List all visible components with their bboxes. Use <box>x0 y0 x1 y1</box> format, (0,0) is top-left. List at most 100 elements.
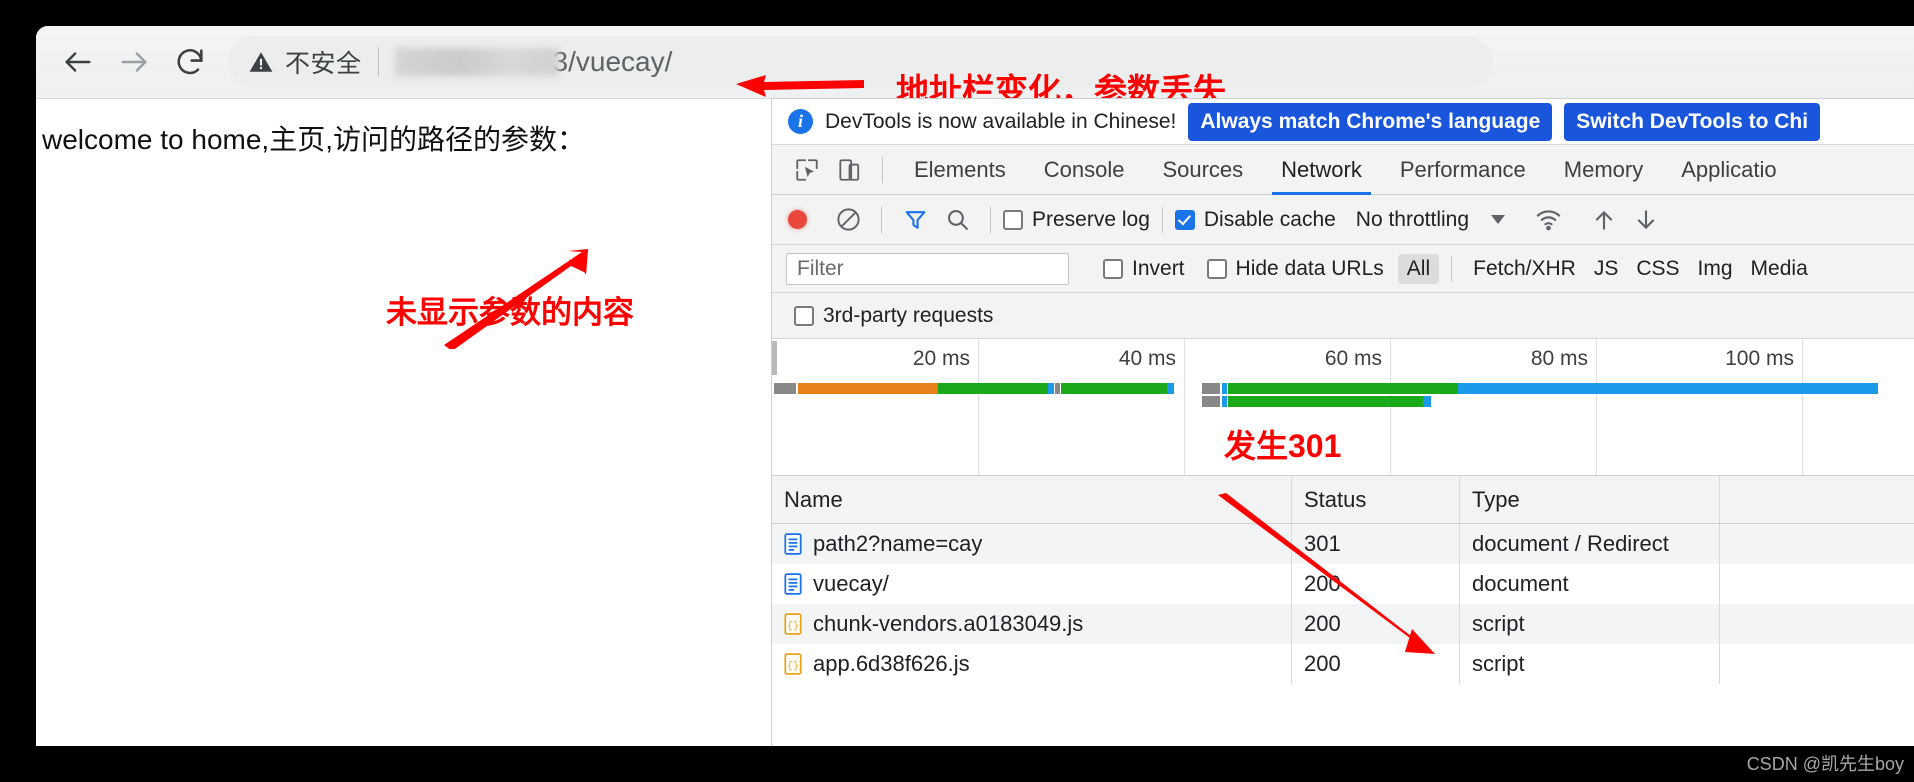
third-party-requests-checkbox[interactable]: 3rd-party requests <box>794 304 993 328</box>
cell-name[interactable]: path2?name=cay <box>772 524 1292 564</box>
always-match-language-button[interactable]: Always match Chrome's language <box>1188 102 1553 141</box>
checkbox-box <box>1103 258 1123 279</box>
column-header-name[interactable]: Name <box>772 476 1292 523</box>
switch-devtools-language-button[interactable]: Switch DevTools to Chi <box>1564 102 1821 141</box>
script-file-icon: {} <box>784 653 802 675</box>
search-magnifier-icon <box>947 210 968 230</box>
third-party-requests-label: 3rd-party requests <box>823 303 994 327</box>
filter-type-all[interactable]: All <box>1397 253 1440 284</box>
overview-segment <box>1458 383 1878 394</box>
wifi-icon <box>1536 210 1560 231</box>
url-display[interactable]: 3/vuecay/ <box>394 46 672 78</box>
request-name: app.6d38f626.js <box>813 651 970 676</box>
search-requests-button[interactable] <box>936 199 978 241</box>
cell-type: script <box>1460 644 1720 684</box>
upload-arrow-icon <box>1595 210 1613 230</box>
filter-divider <box>1451 255 1453 282</box>
network-toolbar: Preserve log Disable cache No throttling <box>772 195 1914 245</box>
cell-waterfall <box>1720 644 1914 684</box>
overview-segment <box>1202 396 1220 407</box>
table-row[interactable]: vuecay/ 200 document <box>772 564 1914 604</box>
cell-name[interactable]: vuecay/ <box>772 564 1292 604</box>
device-toolbar-icon <box>839 158 860 181</box>
overview-gridline <box>1596 339 1597 475</box>
filter-type-media[interactable]: Media <box>1742 254 1817 284</box>
tab-label: Network <box>1281 156 1362 182</box>
overview-segment <box>1061 383 1167 394</box>
tab-label: Performance <box>1399 156 1526 182</box>
tab-console[interactable]: Console <box>1025 145 1144 195</box>
reload-icon <box>177 49 203 75</box>
cell-type: document / Redirect <box>1460 524 1720 564</box>
arrow-right-icon <box>121 52 147 72</box>
column-header-status[interactable]: Status <box>1292 476 1460 523</box>
column-header-type[interactable]: Type <box>1460 476 1720 523</box>
export-har-button[interactable] <box>1625 199 1667 241</box>
back-button[interactable] <box>50 34 106 90</box>
checkbox-box <box>794 305 814 326</box>
tab-elements[interactable]: Elements <box>895 145 1025 195</box>
tab-label: Memory <box>1563 156 1644 182</box>
overview-segment <box>1423 396 1431 407</box>
import-har-button[interactable] <box>1583 199 1625 241</box>
overview-left-handle[interactable] <box>772 341 777 375</box>
filter-type-js[interactable]: JS <box>1585 254 1628 284</box>
hide-data-urls-checkbox[interactable]: Hide data URLs <box>1206 257 1384 281</box>
network-conditions-button[interactable] <box>1527 199 1569 241</box>
toolbar-divider <box>881 206 882 233</box>
page-body-text: welcome to home,主页,访问的路径的参数： <box>42 124 585 155</box>
table-header-row: Name Status Type <box>772 476 1914 524</box>
checkbox-box <box>1003 209 1023 230</box>
tab-application[interactable]: Applicatio <box>1662 145 1795 195</box>
address-bar[interactable]: 不安全 3/vuecay/ <box>228 36 1493 88</box>
cell-type: script <box>1460 604 1720 644</box>
table-row[interactable]: {} app.6d38f626.js 200 script <box>772 644 1914 684</box>
cell-name[interactable]: {} chunk-vendors.a0183049.js <box>772 604 1292 644</box>
tab-label: Elements <box>914 156 1006 182</box>
url-redacted-host <box>394 48 559 76</box>
toggle-filter-button[interactable] <box>894 199 936 241</box>
cell-type: document <box>1460 564 1720 604</box>
preserve-log-label: Preserve log <box>1032 207 1150 231</box>
preserve-log-checkbox[interactable]: Preserve log <box>1003 208 1150 232</box>
overview-tick-60ms: 60 ms <box>1324 347 1382 370</box>
toggle-device-toolbar-button[interactable] <box>828 149 870 191</box>
filter-type-css[interactable]: CSS <box>1627 254 1688 284</box>
banner-message: DevTools is now available in Chinese! <box>825 109 1177 133</box>
tab-sources[interactable]: Sources <box>1143 145 1262 195</box>
filter-type-fetch-xhr[interactable]: Fetch/XHR <box>1464 254 1585 284</box>
checkbox-box <box>1174 209 1195 230</box>
disable-cache-label: Disable cache <box>1203 207 1336 231</box>
cell-status: 200 <box>1292 644 1460 684</box>
table-row[interactable]: {} chunk-vendors.a0183049.js 200 script <box>772 604 1914 644</box>
chevron-down-icon[interactable] <box>1491 215 1506 224</box>
web-page-viewport: welcome to home,主页,访问的路径的参数： 未显示参数的内容 <box>36 98 772 746</box>
cell-waterfall <box>1720 524 1914 564</box>
disable-cache-checkbox[interactable]: Disable cache <box>1174 207 1336 232</box>
overview-gridline <box>1390 339 1391 475</box>
devtools-panel: i DevTools is now available in Chinese! … <box>772 98 1914 746</box>
tab-performance[interactable]: Performance <box>1381 145 1545 195</box>
svg-text:{}: {} <box>787 620 799 631</box>
forward-button[interactable] <box>106 34 162 90</box>
overview-segment <box>1228 396 1423 407</box>
tab-network[interactable]: Network <box>1262 145 1381 195</box>
arrow-left-icon <box>65 52 91 72</box>
record-dot-icon[interactable] <box>788 210 807 229</box>
devtools-tab-strip: Elements Console Sources Network Perform… <box>772 145 1914 195</box>
inspect-element-button[interactable] <box>786 149 828 191</box>
filter-type-img[interactable]: Img <box>1689 254 1742 284</box>
filter-input[interactable]: Filter <box>786 252 1069 285</box>
table-row[interactable]: path2?name=cay 301 document / Redirect <box>772 524 1914 564</box>
tab-memory[interactable]: Memory <box>1545 145 1662 195</box>
reload-button[interactable] <box>162 34 218 90</box>
clear-requests-button[interactable] <box>827 199 869 241</box>
info-circle-icon: i <box>788 109 813 134</box>
invert-checkbox[interactable]: Invert <box>1103 257 1185 281</box>
overview-tick-40ms: 40 ms <box>1118 347 1176 370</box>
cell-name[interactable]: {} app.6d38f626.js <box>772 644 1292 684</box>
svg-text:{}: {} <box>787 660 799 671</box>
checkbox-box <box>1206 258 1227 279</box>
network-overview-timeline[interactable]: 20 ms 40 ms 60 ms 80 ms 100 ms 发生301 <box>772 339 1914 476</box>
throttling-select-value[interactable]: No throttling <box>1356 208 1469 232</box>
